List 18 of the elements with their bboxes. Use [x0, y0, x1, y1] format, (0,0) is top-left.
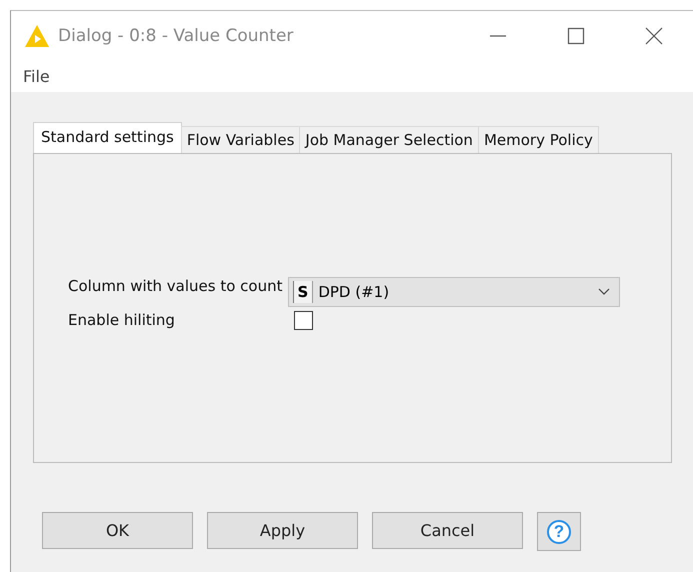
dropdown-value: DPD (#1)	[318, 283, 390, 301]
type-badge: S	[292, 281, 314, 303]
tab[interactable]: Memory Policy	[478, 126, 599, 153]
setting-label: Enable hiliting	[68, 311, 176, 331]
tab[interactable]: Flow Variables	[180, 126, 300, 153]
maximize-icon[interactable]	[566, 26, 586, 46]
tab[interactable]: Standard settings	[33, 122, 182, 153]
app-logo-icon	[24, 24, 50, 48]
dialog-button[interactable]: Apply	[207, 512, 358, 549]
close-icon[interactable]	[644, 26, 664, 46]
dialog-button[interactable]: Cancel	[372, 512, 523, 549]
menu-item[interactable]: File	[23, 67, 50, 86]
window-title: Dialog - 0:8 - Value Counter	[58, 26, 294, 46]
dialog-button[interactable]: OK	[42, 512, 193, 549]
checkbox[interactable]	[294, 311, 313, 330]
column-dropdown[interactable]: S DPD (#1)	[288, 277, 620, 307]
chevron-down-icon	[596, 287, 611, 297]
setting-label: Column with values to count	[68, 277, 283, 297]
